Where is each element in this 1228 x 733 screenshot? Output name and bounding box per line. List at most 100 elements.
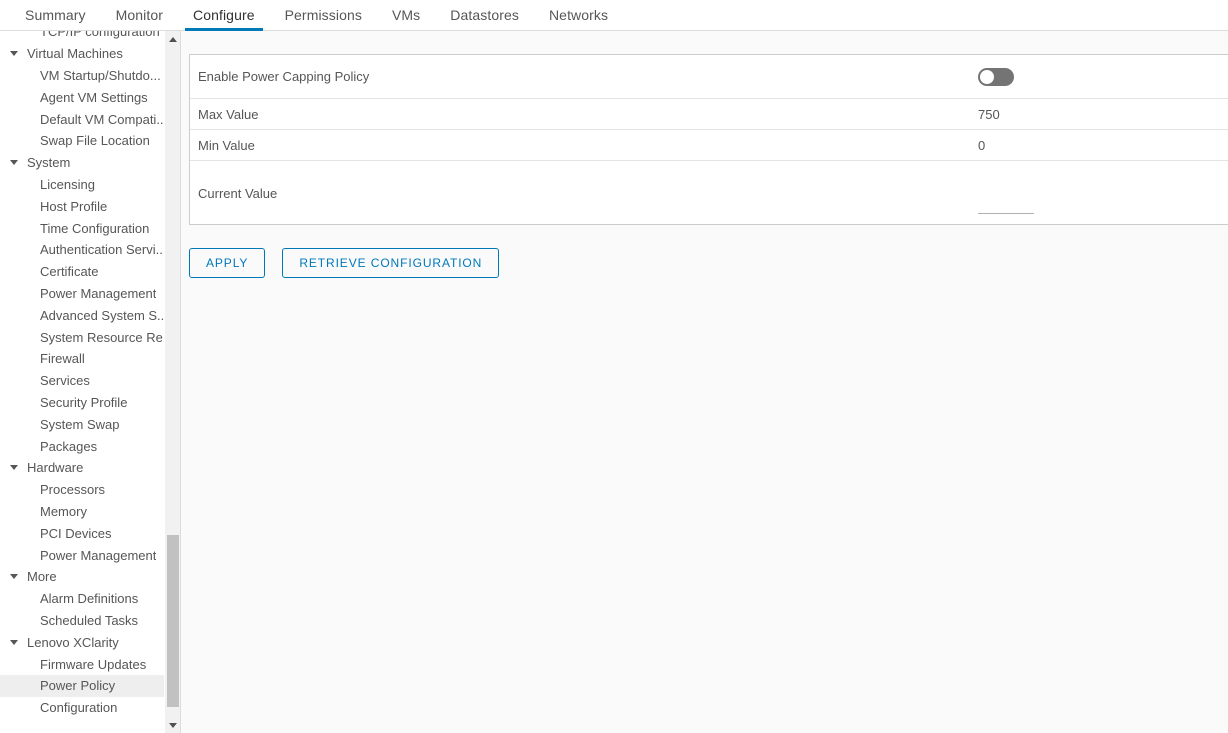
row-field: 750 bbox=[978, 107, 1216, 122]
sidebar-item-label: Configuration bbox=[40, 700, 118, 716]
sidebar-item-configuration[interactable]: Configuration bbox=[0, 697, 164, 719]
sidebar-item-label: VM Startup/Shutdo... bbox=[40, 67, 161, 83]
min-value-text: 0 bbox=[978, 137, 986, 153]
retrieve-configuration-button[interactable]: Retrieve Configuration bbox=[282, 248, 500, 278]
sidebar-item-label: System Resource Re. bbox=[40, 329, 164, 345]
scroll-up-arrow[interactable] bbox=[165, 31, 180, 47]
caret-down-icon[interactable] bbox=[10, 463, 19, 472]
sidebar-item-label: Swap File Location bbox=[40, 133, 150, 149]
tab-summary[interactable]: Summary bbox=[10, 0, 101, 30]
sidebar-item-power-management[interactable]: Power Management bbox=[0, 283, 164, 305]
tab-label: Networks bbox=[548, 7, 609, 23]
sidebar-item-label: Authentication Servi.. bbox=[40, 242, 163, 258]
triangle-down-icon bbox=[169, 722, 177, 728]
sidebar-item-security-profile[interactable]: Security Profile bbox=[0, 392, 164, 414]
sidebar-item-more[interactable]: More bbox=[0, 566, 164, 588]
sidebar-item-services[interactable]: Services bbox=[0, 370, 164, 392]
row-max-value: Max Value 750 bbox=[190, 99, 1228, 130]
tab-permissions[interactable]: Permissions bbox=[270, 0, 377, 30]
sidebar-item-label: Security Profile bbox=[40, 394, 128, 410]
sidebar-item-host-profile[interactable]: Host Profile bbox=[0, 195, 164, 217]
sidebar-item-certificate[interactable]: Certificate bbox=[0, 261, 164, 283]
sidebar-item-hardware[interactable]: Hardware bbox=[0, 457, 164, 479]
sidebar-item-label: Power Policy bbox=[40, 678, 116, 694]
sidebar-item-system-resource-re[interactable]: System Resource Re. bbox=[0, 326, 164, 348]
settings-tree: TCP/IP configuration Virtual Machines VM S… bbox=[0, 31, 164, 719]
apply-button[interactable]: Apply bbox=[189, 248, 266, 278]
sidebar-item-label: Firmware Updates bbox=[40, 656, 147, 672]
row-min-value: Min Value 0 bbox=[190, 130, 1228, 161]
max-value-text: 750 bbox=[978, 106, 1000, 122]
vsphere-host-configure-page: Summary Monitor Configure Permissions VM… bbox=[0, 0, 1228, 733]
sidebar-item-label: PCI Devices bbox=[40, 525, 112, 541]
sidebar-item-label: Power Management bbox=[40, 285, 157, 301]
sidebar-item-lenovo-xclarity[interactable]: Lenovo XClarity bbox=[0, 631, 164, 653]
sidebar-item-label: Packages bbox=[40, 438, 98, 454]
sidebar-item-pci-devices[interactable]: PCI Devices bbox=[0, 522, 164, 544]
sidebar-item-firewall[interactable]: Firewall bbox=[0, 348, 164, 370]
row-label: Max Value bbox=[198, 106, 259, 122]
sidebar-item-licensing[interactable]: Licensing bbox=[0, 174, 164, 196]
sidebar-item-label: Hardware bbox=[27, 460, 84, 476]
sidebar-item-advanced-system-s[interactable]: Advanced System S.. bbox=[0, 304, 164, 326]
sidebar-item-time-configuration[interactable]: Time Configuration bbox=[0, 217, 164, 239]
sidebar-item-vm-startup-shutdo[interactable]: VM Startup/Shutdo... bbox=[0, 65, 164, 87]
power-policy-content: Enable Power Capping Policy Max Value 75… bbox=[181, 31, 1228, 733]
triangle-up-icon bbox=[169, 36, 177, 42]
sidebar-item-memory[interactable]: Memory bbox=[0, 501, 164, 523]
sidebar-item-label: Alarm Definitions bbox=[40, 591, 139, 607]
sidebar-scrollbar[interactable] bbox=[164, 31, 180, 733]
sidebar-item-firmware-updates[interactable]: Firmware Updates bbox=[0, 653, 164, 675]
sidebar-item-label: Agent VM Settings bbox=[40, 89, 148, 105]
tab-label: VMs bbox=[391, 7, 421, 23]
sidebar-item-label: Host Profile bbox=[40, 198, 108, 214]
scroll-down-arrow[interactable] bbox=[165, 717, 180, 733]
sidebar-item-system[interactable]: System bbox=[0, 152, 164, 174]
tab-datastores[interactable]: Datastores bbox=[435, 0, 534, 30]
caret-down-icon[interactable] bbox=[10, 638, 19, 647]
current-value-input[interactable] bbox=[978, 195, 1034, 214]
enable-power-capping-policy-toggle[interactable] bbox=[978, 67, 1014, 86]
sidebar-item-swap-file-location[interactable]: Swap File Location bbox=[0, 130, 164, 152]
configure-sidebar: TCP/IP configuration Virtual Machines VM S… bbox=[0, 31, 181, 733]
sidebar-item-virtual-machines[interactable]: Virtual Machines bbox=[0, 43, 164, 65]
tab-monitor[interactable]: Monitor bbox=[101, 0, 178, 30]
tab-networks[interactable]: Networks bbox=[534, 0, 623, 30]
tab-configure[interactable]: Configure bbox=[178, 0, 270, 31]
sidebar-item-label: Firewall bbox=[40, 351, 85, 367]
sidebar-item-label: Scheduled Tasks bbox=[40, 612, 139, 628]
caret-down-icon[interactable] bbox=[10, 49, 19, 58]
sidebar-item-tcp-ip-configuration[interactable]: TCP/IP configuration bbox=[0, 31, 164, 43]
sidebar-item-scheduled-tasks[interactable]: Scheduled Tasks bbox=[0, 610, 164, 632]
page-body: TCP/IP configuration Virtual Machines VM S… bbox=[0, 31, 1228, 733]
sidebar-item-alarm-definitions[interactable]: Alarm Definitions bbox=[0, 588, 164, 610]
sidebar-item-authentication-servi[interactable]: Authentication Servi.. bbox=[0, 239, 164, 261]
sidebar-item-label: Power Management bbox=[40, 547, 157, 563]
sidebar-item-power-policy[interactable]: Power Policy bbox=[0, 674, 164, 697]
tab-label: Permissions bbox=[284, 7, 362, 23]
sidebar-item-default-vm-compati[interactable]: Default VM Compati.. bbox=[0, 108, 164, 130]
sidebar-item-agent-vm-settings[interactable]: Agent VM Settings bbox=[0, 86, 164, 108]
power-capping-policy-panel: Enable Power Capping Policy Max Value 75… bbox=[189, 54, 1228, 225]
sidebar-item-processors[interactable]: Processors bbox=[0, 479, 164, 501]
sidebar-item-packages[interactable]: Packages bbox=[0, 435, 164, 457]
sidebar-item-system-swap[interactable]: System Swap bbox=[0, 413, 164, 435]
sidebar-item-label: Processors bbox=[40, 482, 106, 498]
row-field bbox=[978, 67, 1216, 86]
sidebar-item-power-management[interactable]: Power Management bbox=[0, 544, 164, 566]
caret-down-icon[interactable] bbox=[10, 158, 19, 167]
sidebar-item-label: More bbox=[27, 569, 57, 585]
sidebar-item-label: Certificate bbox=[40, 264, 99, 280]
tab-label: Summary bbox=[25, 7, 86, 23]
sidebar-item-label: Time Configuration bbox=[40, 220, 150, 236]
row-field bbox=[978, 161, 1216, 224]
row-current-value: Current Value bbox=[190, 161, 1228, 224]
tab-vms[interactable]: VMs bbox=[377, 0, 435, 30]
row-label: Min Value bbox=[198, 137, 255, 153]
object-tab-bar: Summary Monitor Configure Permissions VM… bbox=[0, 0, 1228, 31]
scrollbar-thumb[interactable] bbox=[167, 535, 179, 707]
caret-down-icon[interactable] bbox=[10, 572, 19, 581]
action-buttons: Apply Retrieve Configuration bbox=[189, 248, 1228, 278]
tab-label: Configure bbox=[193, 7, 255, 23]
sidebar-item-label: Lenovo XClarity bbox=[27, 634, 119, 650]
